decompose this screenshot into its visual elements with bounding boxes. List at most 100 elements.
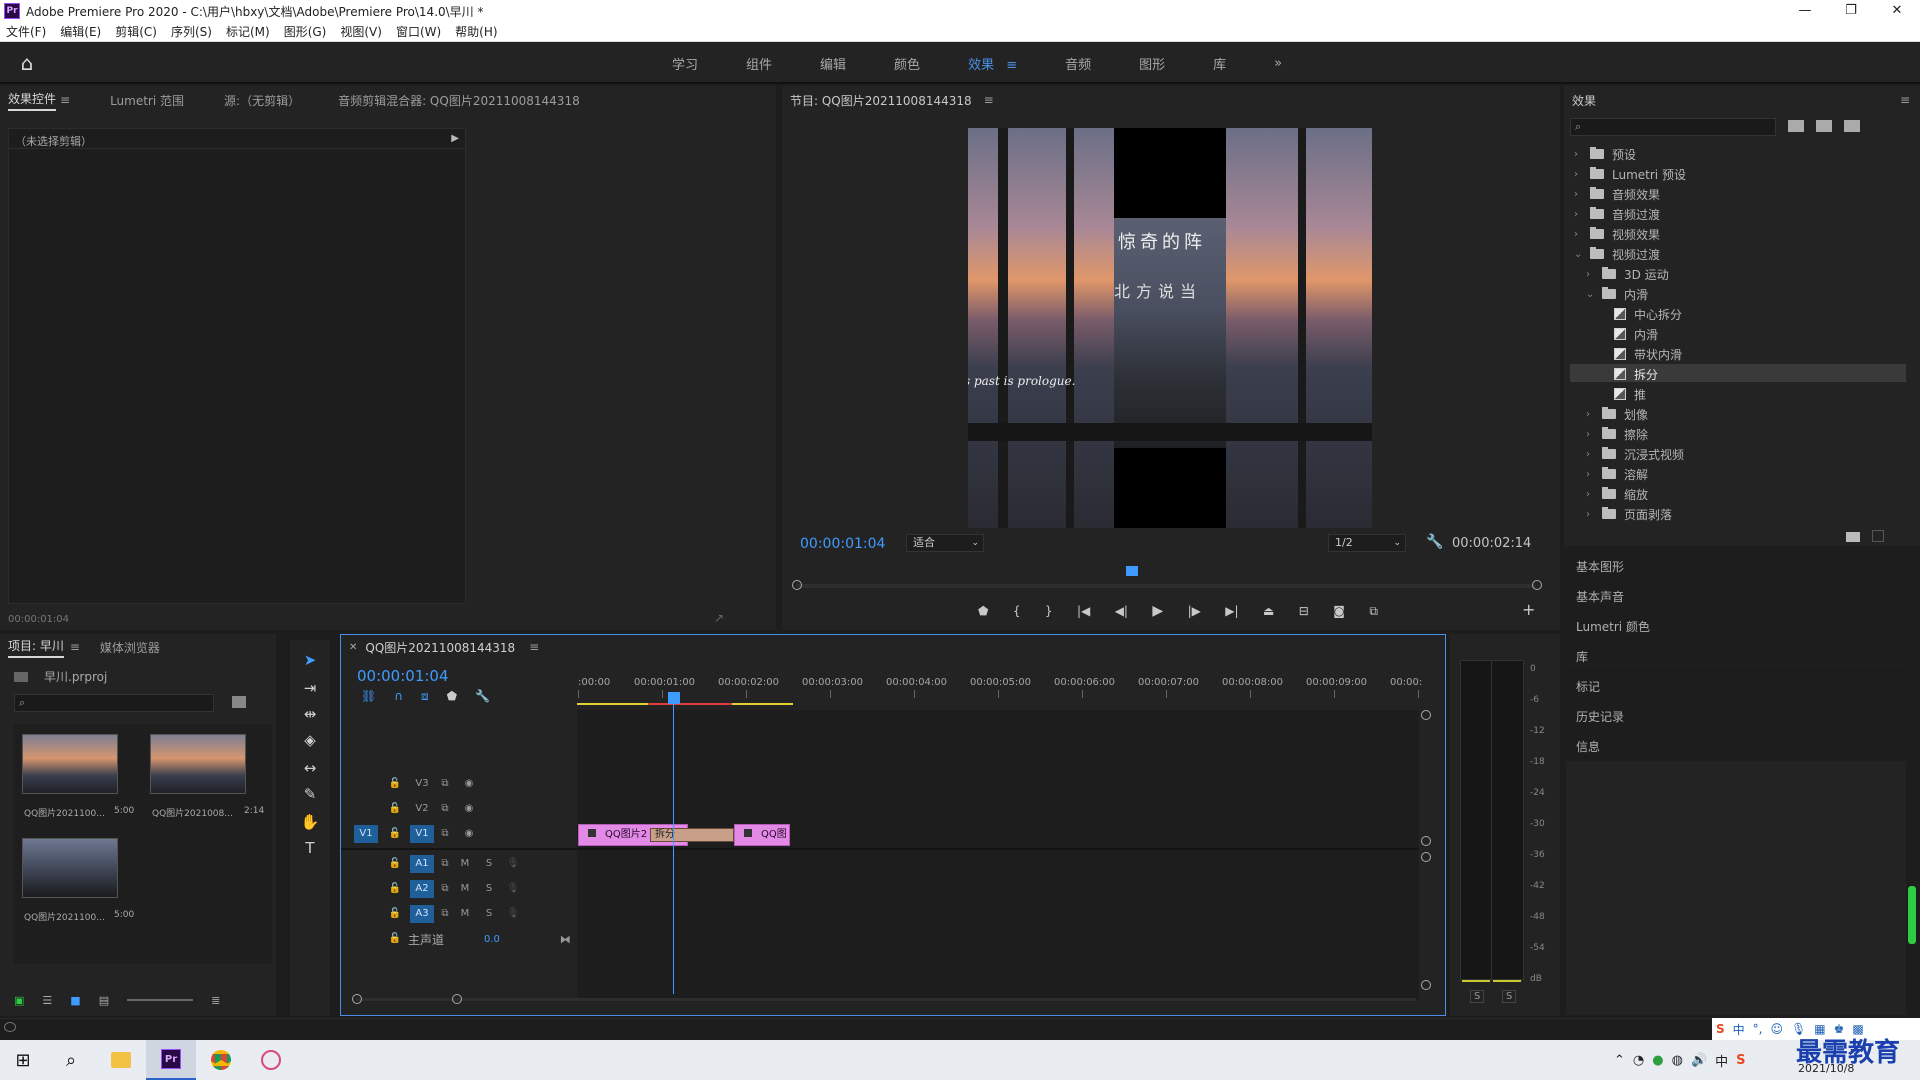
workspace-assembly[interactable]: 组件 xyxy=(746,54,772,73)
lock-icon[interactable]: ▣ xyxy=(14,994,24,1007)
effects-tree-item[interactable]: › 缩放 xyxy=(1586,484,1648,504)
track-name-v3[interactable]: V3 xyxy=(410,775,434,793)
minimize-button[interactable]: — xyxy=(1782,0,1828,22)
playhead-head[interactable] xyxy=(668,692,680,704)
timeline-menu-icon[interactable]: ≡ xyxy=(529,640,539,654)
workspace-graphics[interactable]: 图形 xyxy=(1139,54,1165,73)
lock-icon[interactable]: 🔓 xyxy=(386,905,404,923)
vscroll-top[interactable] xyxy=(1421,710,1431,720)
effects-search-input[interactable]: ⌕ xyxy=(1570,118,1776,136)
workspace-audio[interactable]: 音频 xyxy=(1065,54,1091,73)
effects-tree-item[interactable]: 推 xyxy=(1598,384,1646,404)
effects-tree-item[interactable]: › 预设 xyxy=(1574,144,1636,164)
mic-icon[interactable]: 🎙 xyxy=(504,855,522,873)
effects-tree-item[interactable]: › 划像 xyxy=(1586,404,1648,424)
maximize-button[interactable]: ❐ xyxy=(1828,0,1874,22)
zoom-handle-right[interactable] xyxy=(1532,580,1542,590)
effects-tree-item[interactable]: › Lumetri 预设 xyxy=(1574,164,1686,184)
sogou-tray-icon[interactable]: S xyxy=(1736,1053,1745,1068)
menu-edit[interactable]: 编辑(E) xyxy=(60,23,101,40)
effects-tree-item[interactable]: 拆分 xyxy=(1598,364,1658,384)
project-menu-icon[interactable]: ≡ xyxy=(70,640,80,654)
network-icon[interactable]: ◍ xyxy=(1672,1053,1683,1068)
compare-view-icon[interactable]: ⧉ xyxy=(1369,604,1378,619)
razor-tool-icon[interactable]: ◈ xyxy=(298,728,322,752)
tab-project[interactable]: 项目: 早川 xyxy=(8,637,64,658)
punctuation-icon[interactable]: °, xyxy=(1753,1022,1763,1036)
sync-lock-icon[interactable]: ⧉ xyxy=(436,800,454,818)
home-icon[interactable]: ⌂ xyxy=(16,52,38,74)
tab-effect-controls[interactable]: 效果控件 xyxy=(8,90,57,111)
mark-out-icon[interactable]: } xyxy=(1045,604,1053,618)
eye-icon[interactable]: ◉ xyxy=(460,775,478,793)
pen-tool-icon[interactable]: ✎ xyxy=(298,782,322,806)
workspace-learn[interactable]: 学习 xyxy=(672,54,698,73)
linked-selection-icon[interactable]: ⧈ xyxy=(421,689,429,704)
tab-source[interactable]: 源:（无剪辑） xyxy=(224,92,300,109)
sync-lock-icon[interactable]: ⧉ xyxy=(436,855,454,873)
expand-arrow-icon[interactable]: ▶ xyxy=(451,133,459,144)
chevron-right-icon[interactable]: › xyxy=(1586,509,1598,520)
menu-help[interactable]: 帮助(H) xyxy=(455,23,497,40)
track-name-a2[interactable]: A2 xyxy=(410,880,434,898)
export-frame-camera-icon[interactable]: ◙ xyxy=(1333,604,1345,618)
menu-file[interactable]: 文件(F) xyxy=(6,23,46,40)
windows-start-icon[interactable]: ⊞ xyxy=(0,1050,46,1071)
chevron-right-icon[interactable]: › xyxy=(1574,169,1586,180)
fit-dropdown[interactable]: 适合 ⌄ xyxy=(906,534,984,552)
chevron-down-icon[interactable]: ⌄ xyxy=(1586,289,1598,300)
hscroll-handle-left[interactable] xyxy=(352,994,362,1004)
slip-tool-icon[interactable]: ↔ xyxy=(298,756,322,780)
taskbar-date[interactable]: 2021/10/8 xyxy=(1798,1062,1854,1075)
lock-icon[interactable]: 🔓 xyxy=(386,880,404,898)
menu-view[interactable]: 视图(V) xyxy=(340,23,382,40)
project-thumb-1[interactable] xyxy=(22,734,118,794)
effects-tree-item[interactable]: › 视频效果 xyxy=(1574,224,1660,244)
meter-solo-right[interactable]: S xyxy=(1502,990,1517,1003)
yuv-effects-icon[interactable] xyxy=(1844,120,1860,132)
meter-solo-left[interactable]: S xyxy=(1470,990,1485,1003)
effects-tree-item[interactable]: › 3D 运动 xyxy=(1586,264,1669,284)
mute-button[interactable]: M xyxy=(456,880,474,898)
add-marker-icon[interactable]: ⬟ xyxy=(978,604,988,618)
add-marker-icon[interactable]: ⬟ xyxy=(447,689,457,704)
mic-icon[interactable]: 🎙 xyxy=(504,905,522,923)
wrench-icon[interactable]: 🔧 xyxy=(1426,534,1443,550)
panel-menu-icon[interactable]: ≡ xyxy=(60,93,70,107)
track-name-v2[interactable]: V2 xyxy=(410,800,434,818)
effects-tree-item[interactable]: › 音频过渡 xyxy=(1574,204,1660,224)
new-search-bin-icon[interactable] xyxy=(232,696,246,708)
workspace-more-icon[interactable]: » xyxy=(1274,56,1282,71)
section-essential-sound[interactable]: 基本声音 xyxy=(1566,581,1906,611)
sync-lock-icon[interactable]: ⧉ xyxy=(436,775,454,793)
source-patch-v1[interactable]: V1 xyxy=(354,825,378,843)
go-to-in-icon[interactable]: |◀ xyxy=(1077,604,1090,618)
tray-expand-icon[interactable]: ⌃ xyxy=(1614,1053,1625,1068)
new-bin-icon[interactable] xyxy=(1846,532,1860,542)
step-back-icon[interactable]: ◀| xyxy=(1115,604,1128,618)
hscroll-bar[interactable] xyxy=(356,998,1416,1001)
delete-icon[interactable] xyxy=(1872,530,1884,542)
solo-button[interactable]: S xyxy=(480,855,498,873)
sync-lock-icon[interactable]: ⧉ xyxy=(436,880,454,898)
search-icon[interactable]: ⌕ xyxy=(46,1050,96,1071)
menu-clip[interactable]: 剪辑(C) xyxy=(115,23,157,40)
hscroll-handle-right[interactable] xyxy=(452,994,462,1004)
section-info[interactable]: 信息 xyxy=(1566,731,1906,761)
effects-menu-icon[interactable]: ≡ xyxy=(1900,93,1910,107)
chevron-right-icon[interactable]: › xyxy=(1586,449,1598,460)
workspace-editing[interactable]: 编辑 xyxy=(820,54,846,73)
track-name-a3[interactable]: A3 xyxy=(410,905,434,923)
tab-lumetri-scopes[interactable]: Lumetri 范围 xyxy=(110,92,184,109)
vscroll-mid-1[interactable] xyxy=(1421,836,1431,846)
lock-icon[interactable]: 🔓 xyxy=(386,775,404,793)
green-scroll-indicator[interactable] xyxy=(1908,886,1916,944)
selection-tool-icon[interactable]: ➤ xyxy=(298,648,322,672)
section-libraries[interactable]: 库 xyxy=(1566,641,1906,671)
program-zoom-bar[interactable] xyxy=(796,584,1536,588)
effects-tree-item[interactable]: ⌄ 视频过渡 xyxy=(1574,244,1660,264)
sort-icon[interactable]: ≣ xyxy=(211,994,220,1007)
vscroll-mid-2[interactable] xyxy=(1421,852,1431,862)
type-tool-icon[interactable]: T xyxy=(298,836,322,860)
workspace-effects[interactable]: 效果 ≡ xyxy=(968,54,1017,73)
